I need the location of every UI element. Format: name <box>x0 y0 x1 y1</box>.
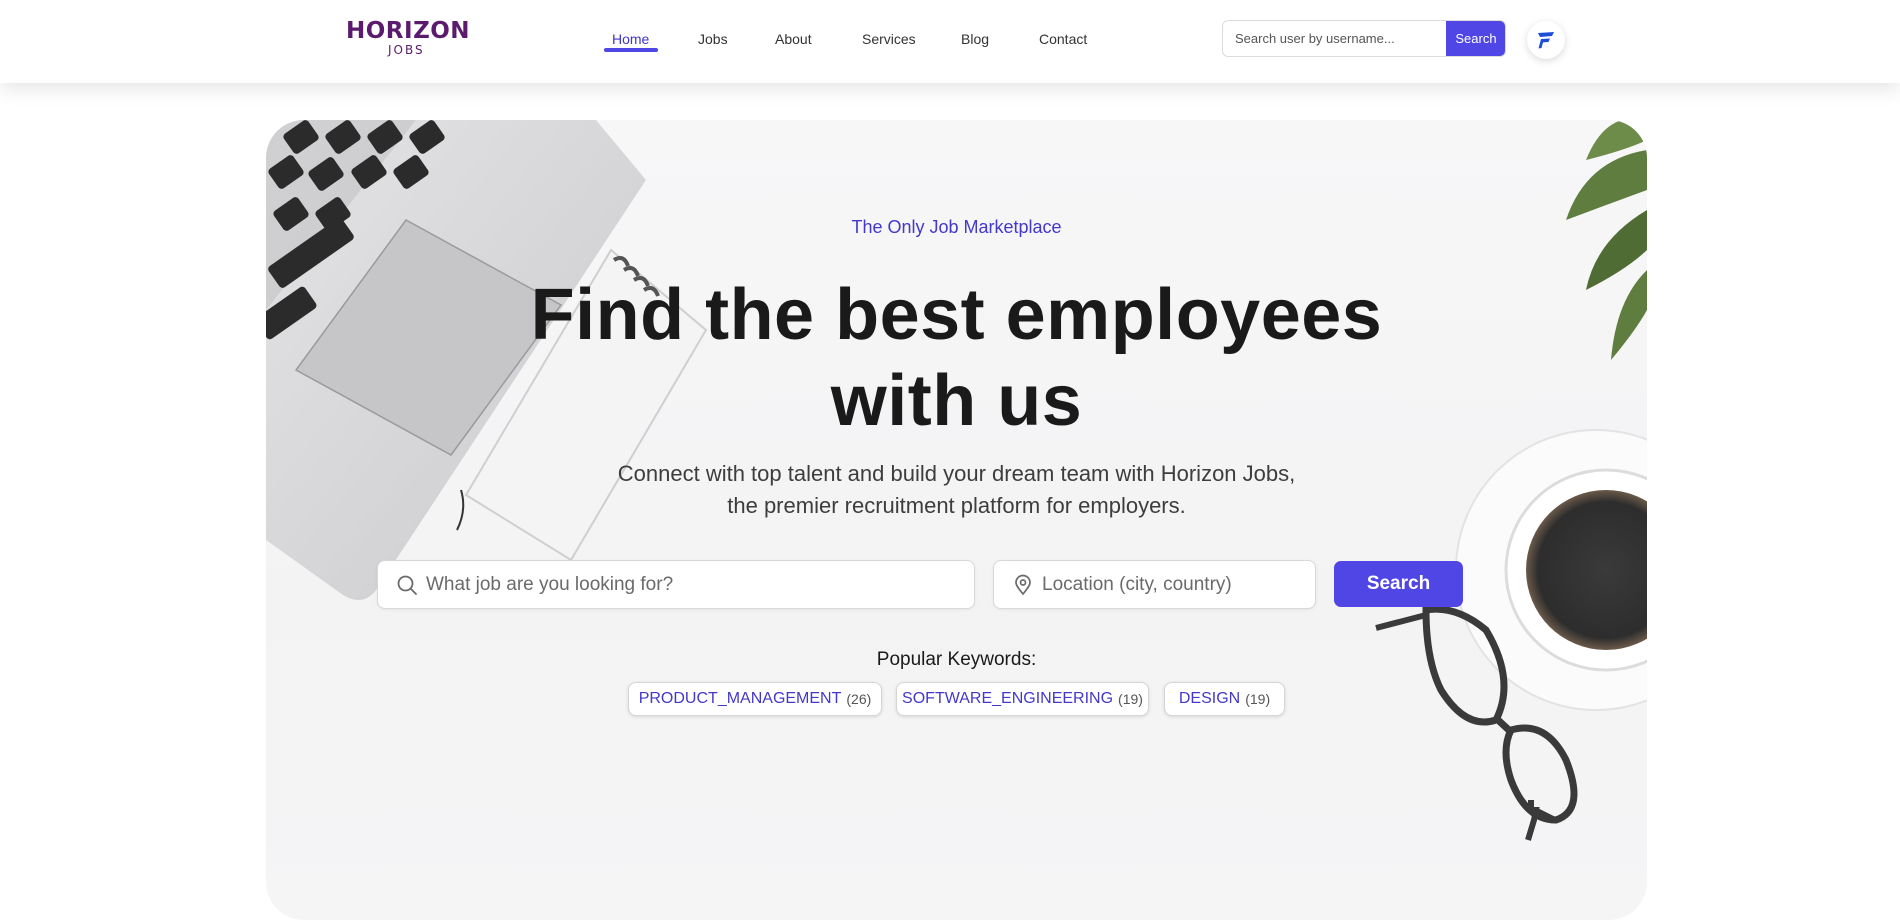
nav-item-services[interactable]: Services <box>862 30 916 48</box>
keyword-count: (26) <box>846 691 872 707</box>
popular-keywords-label: Popular Keywords: <box>876 649 1037 670</box>
plant-illustration <box>1566 120 1647 360</box>
location-search-input[interactable] <box>1042 561 1302 608</box>
horizon-jobs-logo[interactable]: HORIZON JOBS <box>346 18 470 58</box>
keyword-chip-software-engineering[interactable]: SOFTWARE_ENGINEERING (19) <box>896 682 1149 716</box>
job-search-input[interactable] <box>426 561 956 608</box>
logo-wordmark: HORIZON <box>346 18 471 44</box>
user-search-button[interactable]: Search <box>1446 21 1505 56</box>
user-search-box: Search <box>1222 20 1506 57</box>
keyword-chip-product-management[interactable]: PRODUCT_MANAGEMENT (26) <box>628 682 882 716</box>
profile-brand-icon[interactable] <box>1527 21 1565 59</box>
nav-item-home[interactable]: Home <box>612 30 649 48</box>
nav-item-about[interactable]: About <box>775 30 812 48</box>
search-icon <box>397 575 417 595</box>
hero-title: Find the best employees with us <box>530 275 1383 441</box>
top-navbar: HORIZON JOBS Home Jobs About Services Bl… <box>0 0 1900 83</box>
logo-subtext: JOBS <box>388 43 425 57</box>
keyword-count: (19) <box>1245 691 1271 707</box>
nav-item-blog[interactable]: Blog <box>961 30 989 48</box>
nav-active-indicator <box>604 48 658 52</box>
keyword-label: SOFTWARE_ENGINEERING <box>902 690 1114 707</box>
hero-eyebrow: The Only Job Marketplace <box>851 217 1062 237</box>
nav-item-jobs[interactable]: Jobs <box>698 30 728 48</box>
keyword-count: (19) <box>1118 691 1143 707</box>
nav-item-contact[interactable]: Contact <box>1039 30 1087 48</box>
keyword-label: PRODUCT_MANAGEMENT <box>638 690 842 707</box>
hero-subtitle: Connect with top talent and build your d… <box>617 461 1296 518</box>
hero-search-button[interactable]: Search <box>1334 561 1463 607</box>
hero-section: The Only Job Marketplace Find the best e… <box>266 120 1647 920</box>
keyword-chip-design[interactable]: DESIGN (19) <box>1164 682 1285 716</box>
map-pin-icon <box>1015 574 1031 596</box>
user-search-input[interactable] <box>1223 21 1447 56</box>
keyword-label: DESIGN <box>1178 690 1241 707</box>
flag-logo-icon <box>1538 32 1554 49</box>
job-search-field <box>377 560 975 609</box>
location-search-field <box>993 560 1316 609</box>
